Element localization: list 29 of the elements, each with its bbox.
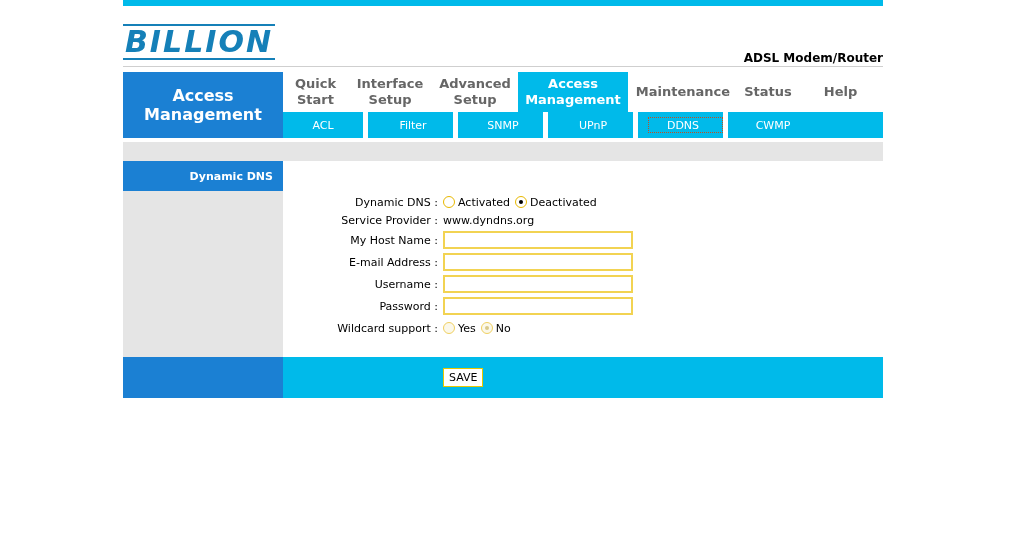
field-label: My Host Name : <box>349 233 439 247</box>
nav-tab[interactable]: Help <box>798 72 883 112</box>
field-label: Wildcard support : <box>336 321 439 335</box>
nav-tab[interactable]: Status <box>738 72 798 112</box>
field-label: Password : <box>378 299 439 313</box>
radio-label: Yes <box>458 321 476 335</box>
field-label: Dynamic DNS : <box>354 195 439 209</box>
input-field[interactable] <box>443 231 633 249</box>
input-field[interactable] <box>443 297 633 315</box>
billion-logo: BILLION <box>123 24 276 60</box>
radio-label: Deactivated <box>530 195 597 209</box>
radio-button[interactable] <box>443 196 455 208</box>
radio-label: No <box>495 321 511 335</box>
nav-tab[interactable]: Maintenance <box>628 72 738 112</box>
input-field[interactable] <box>443 253 633 271</box>
nav-tab[interactable]: Advanced Setup <box>432 72 518 112</box>
sidebar-title: Dynamic DNS <box>123 161 283 191</box>
field-value: www.dyndns.org <box>443 213 535 227</box>
nav-tab[interactable]: Interface Setup <box>348 72 432 112</box>
section-title: Access Management <box>123 72 283 138</box>
radio-button[interactable] <box>515 196 528 208</box>
input-field[interactable] <box>443 275 633 293</box>
save-button[interactable]: SAVE <box>443 368 484 387</box>
field-label: E-mail Address : <box>348 255 439 269</box>
field-label: Service Provider : <box>340 213 439 227</box>
radio-label: Activated <box>458 195 511 209</box>
product-name: ADSL Modem/Router <box>743 51 883 65</box>
field-label: Username : <box>373 277 439 291</box>
nav-tab[interactable]: Quick Start <box>283 72 348 112</box>
